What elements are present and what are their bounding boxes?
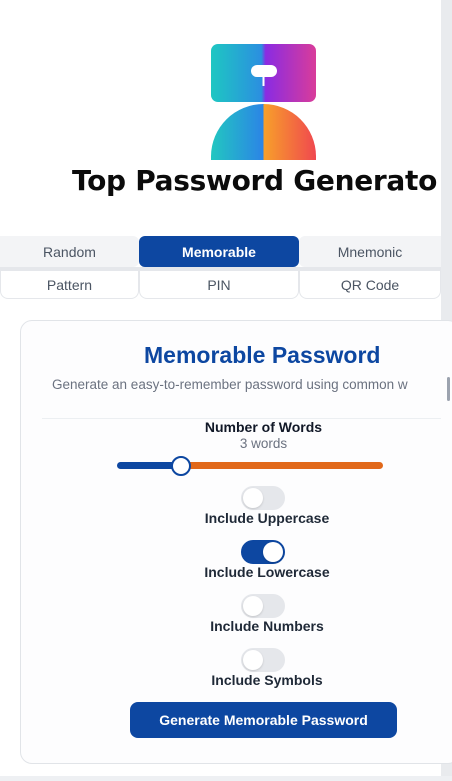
- card-description: Generate an easy-to-remember password us…: [52, 377, 408, 392]
- lowercase-label: Include Lowercase: [204, 564, 330, 580]
- words-slider[interactable]: [117, 456, 383, 476]
- page-title: Top Password Generato: [72, 164, 438, 197]
- toggle-knob: [243, 650, 263, 670]
- uppercase-toggle[interactable]: [241, 486, 285, 510]
- page-bottom-edge: [0, 776, 452, 781]
- words-value: 3 words: [239, 436, 288, 451]
- generate-button[interactable]: Generate Memorable Password: [130, 702, 397, 738]
- slider-track-remaining: [181, 462, 383, 469]
- tab-mnemonic[interactable]: Mnemonic: [299, 236, 441, 267]
- tabs-divider: [0, 267, 441, 271]
- scrollbar-thumb[interactable]: [447, 377, 450, 401]
- toggle-knob: [263, 542, 283, 562]
- tab-pin[interactable]: PIN: [139, 271, 299, 299]
- symbols-toggle[interactable]: [241, 648, 285, 672]
- slider-thumb[interactable]: [171, 456, 191, 476]
- symbols-label: Include Symbols: [211, 672, 323, 688]
- tab-qr-code[interactable]: QR Code: [299, 271, 441, 299]
- tab-random[interactable]: Random: [0, 236, 139, 267]
- card-title: Memorable Password: [144, 342, 381, 368]
- numbers-toggle[interactable]: [241, 594, 285, 618]
- tab-memorable[interactable]: Memorable: [139, 236, 299, 267]
- toggle-knob: [243, 488, 263, 508]
- app-logo-icon: [211, 44, 316, 160]
- lowercase-toggle[interactable]: [241, 540, 285, 564]
- numbers-label: Include Numbers: [210, 618, 324, 634]
- words-label: Number of Words: [204, 419, 323, 435]
- tab-pattern[interactable]: Pattern: [0, 271, 139, 299]
- uppercase-label: Include Uppercase: [204, 510, 330, 526]
- toggle-knob: [243, 596, 263, 616]
